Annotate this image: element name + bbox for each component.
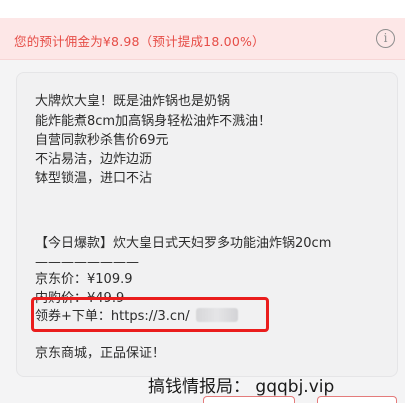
jd-price: 京东价：¥109.9 (35, 272, 133, 287)
copy-line: 不沾易洁，边炸边沥 (35, 152, 153, 167)
guarantee-line: 京东商城，正品保证！ (35, 346, 166, 361)
copy-line: 大牌炊大皇！既是油炸锅也是奶锅 (35, 94, 231, 109)
bottom-button-left[interactable] (203, 396, 295, 403)
divider-dashes: ———————— (35, 255, 139, 270)
product-title: 【今日爆款】炊大皇日式天妇罗多功能油炸锅20cm (35, 236, 332, 251)
bottom-button-right[interactable] (317, 396, 397, 403)
commission-text: 您的预计佣金为¥8.98（预计提成18.00%） (14, 34, 265, 49)
commission-banner: 您的预计佣金为¥8.98（预计提成18.00%） i (0, 18, 405, 60)
link-highlight-box (31, 297, 269, 332)
top-edge (0, 0, 405, 18)
promo-copy-card[interactable]: 大牌炊大皇！既是油炸锅也是奶锅 能炸能煮8cm加高锅身轻松油炸不溅油！ 自营同款… (16, 72, 398, 377)
watermark-text: 搞钱情报局： gqqbj.vip (148, 377, 335, 397)
copy-line: 自营同款秒杀售价69元 (35, 133, 169, 148)
copy-line: 能炸能煮8cm加高锅身轻松油炸不溅油！ (35, 114, 272, 129)
info-icon[interactable]: i (376, 29, 395, 48)
copy-line: 钵型锁温，进口不沾 (35, 171, 153, 186)
